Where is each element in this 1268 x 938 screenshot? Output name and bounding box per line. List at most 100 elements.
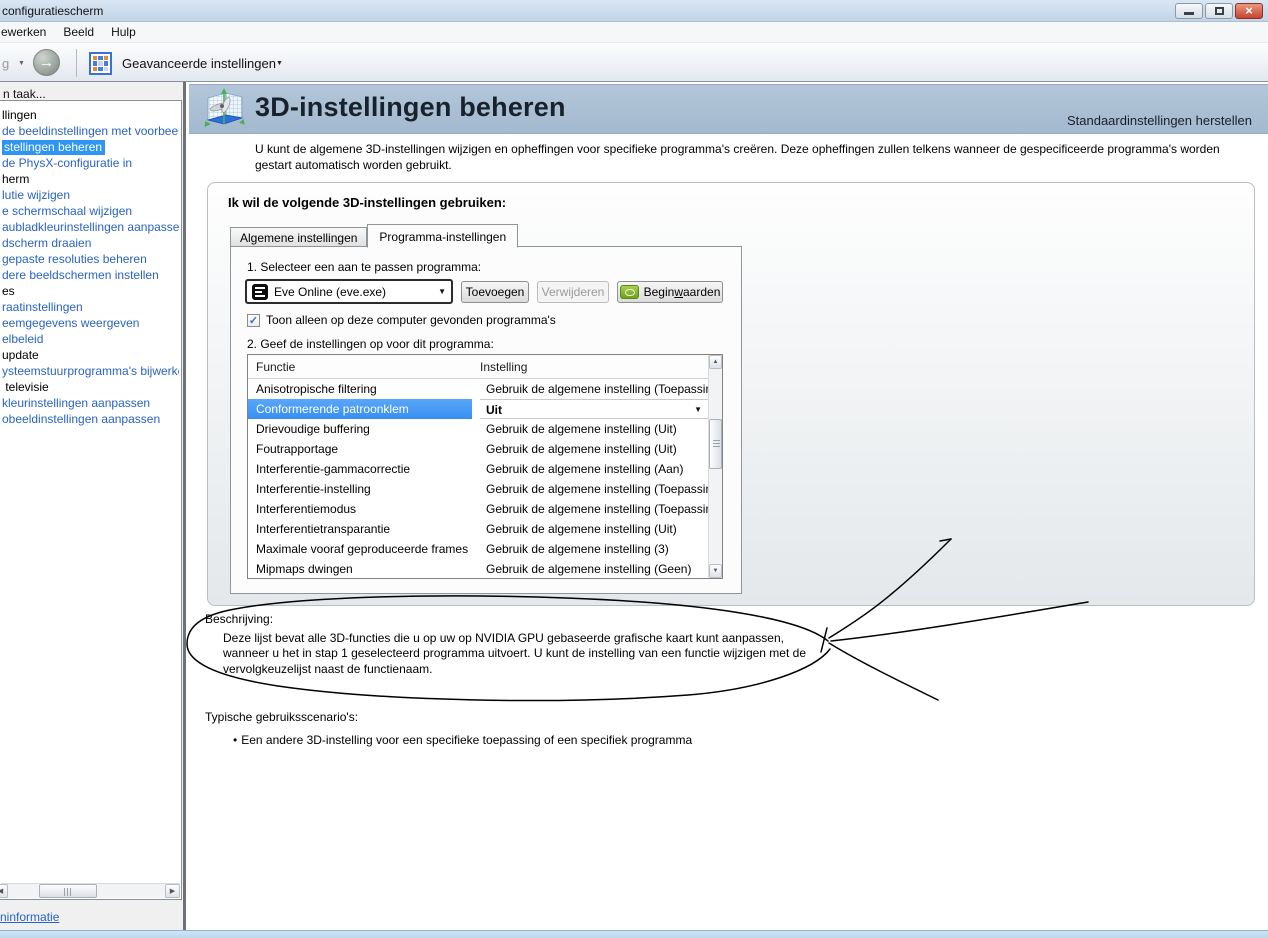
cell-instelling-combo[interactable]: Uit ▼ [480,399,709,419]
cell-instelling[interactable]: Gebruik de algemene instelling (Toepassi… [480,479,709,499]
advanced-settings-caret-icon[interactable]: ▼ [276,60,283,67]
settings-panel: Ik wil de volgende 3D-instellingen gebru… [207,182,1255,606]
usage-scenarios-label: Typische gebruiksscenario's: [205,710,359,724]
back-button[interactable]: g [2,56,9,71]
usage-scenario-item: • Een andere 3D-instelling voor een speci… [233,733,693,747]
table-row[interactable]: Maximale vooraf geproduceerde frames Gebr… [248,539,709,559]
description-label: Beschrijving: [205,612,274,626]
minimize-button[interactable] [1175,3,1203,19]
cell-functie[interactable]: Conformerende patroonklem [248,399,472,419]
table-body: Anisotropische filtering Gebruik de algem… [248,379,709,579]
program-combo-value: Eve Online (eve.exe) [274,284,387,299]
add-button[interactable]: Toevoegen [461,281,529,303]
sidebar-item[interactable]: ysteemstuurprogramma's bijwerken [0,363,179,379]
setting-combo-caret-icon[interactable]: ▼ [694,400,702,418]
table-row[interactable]: Interferentie-instelling Gebruik de algem… [248,479,709,499]
sidebar-item[interactable]: de beeldinstellingen met voorbeeld aar [0,123,179,139]
show-only-found-programs-checkbox[interactable]: ✓ [247,313,260,327]
table-row[interactable]: Interferentiemodus Gebruik de algemene in… [248,499,709,519]
table-row[interactable]: Drievoudige buffering Gebruik de algemene… [248,419,709,439]
maximize-button[interactable] [1205,3,1233,19]
table-header-row: Functie Instelling [248,355,709,379]
cell-functie[interactable]: Anisotropische filtering [248,379,472,399]
vertical-scrollbar[interactable]: ▲ ▼ [708,355,722,578]
sidebar-item[interactable]: elbeleid [0,331,179,347]
cell-functie[interactable]: Foutrapportage [248,439,472,459]
cell-instelling[interactable]: Gebruik de algemene instelling (Toepassi… [480,499,709,519]
sidebar-item[interactable]: stellingen beheren [0,139,179,155]
advanced-settings-dropdown[interactable]: Geavanceerde instellingen [122,56,276,71]
cell-instelling[interactable]: Gebruik de algemene instelling (Aan) [480,459,709,479]
forward-button[interactable]: → [33,49,60,76]
sidebar-item[interactable]: kleurinstellingen aanpassen [0,395,179,411]
cell-instelling-value: Gebruik de algemene instelling (Toepassi… [486,482,709,496]
page-header-band: 3D-instellingen beheren Standaardinstell… [189,84,1268,134]
sidebar-item[interactable]: e schermschaal wijzigen [0,203,179,219]
checkbox-label: Toon alleen op deze computer gevonden pr… [266,313,556,327]
close-button[interactable]: × [1235,3,1263,19]
toolbar: g ▼ → Geavanceerde instellingen ▼ [0,42,1268,82]
system-information-link[interactable]: ninformatie [0,910,59,924]
forward-arrow-icon: → [39,54,54,71]
table-row[interactable]: Interferentietransparantie Gebruik de alg… [248,519,709,539]
scroll-right-button[interactable]: ▶ [165,884,180,898]
scroll-up-button[interactable]: ▲ [709,355,722,369]
cell-instelling[interactable]: Gebruik de algemene instelling (Uit) [480,519,709,539]
cell-instelling[interactable]: Gebruik de algemene instelling (Uit) [480,439,709,459]
sidebar-category: televisie [2,380,49,394]
sidebar-item[interactable]: de PhysX-configuratie in [0,155,179,171]
menu-edit[interactable]: ewerken [0,23,55,41]
menu-help[interactable]: Hulp [111,23,145,41]
cell-instelling[interactable]: Gebruik de algemene instelling (Toepassi… [480,379,709,399]
sidebar-item[interactable]: dere beeldschermen instellen [0,267,179,283]
table-row[interactable]: Interferentie-gammacorrectie Gebruik de a… [248,459,709,479]
sidebar-item[interactable]: dscherm draaien [0,235,179,251]
tab-general-settings[interactable]: Algemene instellingen [230,227,368,247]
settings-tabs: Algemene instellingen Programma-instelli… [230,222,519,248]
scroll-down-button[interactable]: ▼ [709,564,722,578]
table-row[interactable]: Foutrapportage Gebruik de algemene instel… [248,439,709,459]
horizontal-scrollbar[interactable]: ◀ ▶ [0,883,180,898]
menu-view[interactable]: Beeld [63,23,103,41]
table-row[interactable]: Mipmaps dwingen Gebruik de algemene inste… [248,559,709,579]
cell-functie[interactable]: Drievoudige buffering [248,419,472,439]
cell-functie[interactable]: Interferentie-instelling [248,479,472,499]
sidebar-category: update [2,348,39,362]
cell-instelling[interactable]: Gebruik de algemene instelling (Geen) [480,559,709,579]
scroll-left-button[interactable]: ◀ [0,884,8,898]
sidebar-item[interactable]: aubladkleurinstellingen aanpassen [0,219,179,235]
sidebar: n taak... llingen de beeldinstellingen me… [0,82,186,930]
panel-heading: Ik wil de volgende 3D-instellingen gebru… [228,195,507,210]
sidebar-item[interactable]: gepaste resoluties beheren [0,251,179,267]
scrollbar-thumb[interactable] [39,884,97,898]
tab-program-settings[interactable]: Programma-instellingen [367,224,519,248]
page-intro-text: U kunt de algemene 3D-instellingen wijzi… [255,142,1220,172]
sidebar-item[interactable]: lutie wijzigen [0,187,179,203]
cell-instelling-value: Gebruik de algemene instelling (Toepassi… [486,502,709,516]
task-list: llingende beeldinstellingen met voorbeel… [0,100,182,900]
nvidia-control-panel-window: { "window": { "title": "configuratiesche… [0,0,1268,938]
cell-functie[interactable]: Mipmaps dwingen [248,559,472,579]
program-select-combo[interactable]: Eve Online (eve.exe) ▼ [245,279,453,304]
back-history-caret-icon[interactable]: ▼ [18,60,25,67]
sidebar-item[interactable]: eemgegevens weergeven [0,315,179,331]
step2-label: 2. Geef de instellingen op voor dit prog… [247,337,494,351]
cell-functie[interactable]: Maximale vooraf geproduceerde frames [248,539,472,559]
column-header-functie: Functie [256,360,296,374]
window-bottom-border [0,930,1268,938]
cell-instelling-value: Gebruik de algemene instelling (Aan) [486,462,684,476]
cell-instelling[interactable]: Gebruik de algemene instelling (Uit) [480,419,709,439]
cell-functie[interactable]: Interferentietransparantie [248,519,472,539]
table-row-selected[interactable]: Conformerende patroonklem Uit ▼ [248,399,709,419]
cell-functie[interactable]: Interferentie-gammacorrectie [248,459,472,479]
cell-functie[interactable]: Interferentiemodus [248,499,472,519]
cell-instelling-value: Uit [486,403,502,417]
table-row[interactable]: Anisotropische filtering Gebruik de algem… [248,379,709,399]
title-bar: configuratiescherm × [0,0,1268,22]
restore-defaults-button[interactable]: Beginwaarden [617,281,723,303]
sidebar-item[interactable]: raatinstellingen [0,299,179,315]
sidebar-item[interactable]: obeeldinstellingen aanpassen [0,411,179,427]
scrollbar-thumb[interactable] [709,419,722,469]
cell-instelling[interactable]: Gebruik de algemene instelling (3) [480,539,709,559]
restore-defaults-link[interactable]: Standaardinstellingen herstellen [1067,113,1252,128]
